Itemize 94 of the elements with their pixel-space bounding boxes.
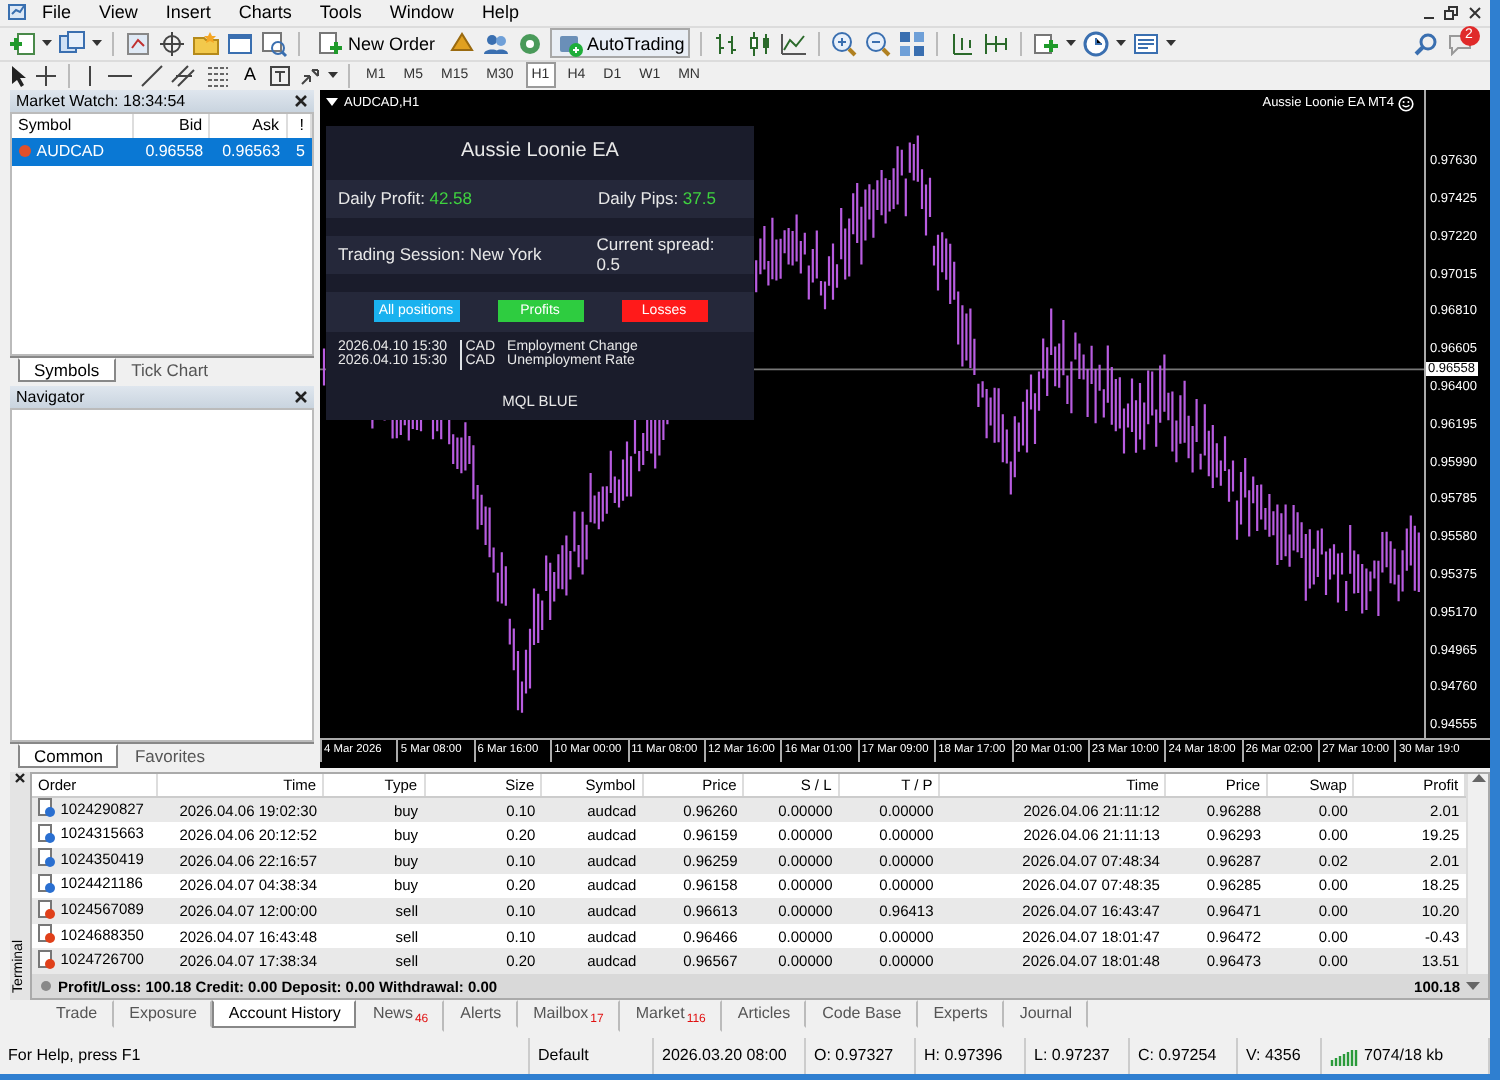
price-cell: 0.96563 [209,137,287,166]
panel-title: Market Watch: 18:34:54 [16,91,186,111]
new-order-icon[interactable] [316,29,344,58]
spread-cell: 5 [286,137,311,166]
text-label-icon[interactable] [268,63,293,88]
terminal-tab[interactable]: News$_{46}$ [356,1000,445,1033]
panel-tab[interactable]: Common [18,743,119,768]
panel-heading: Aussie Loonie EA [459,138,621,167]
status-text: O: 0.97327 [806,1038,916,1074]
terminal-tab[interactable]: Journal [1003,1000,1089,1028]
dropdown-caret-icon[interactable] [92,39,102,48]
terminal-tab[interactable]: Experts [917,1000,1004,1028]
menu-item[interactable]: Help [467,2,533,24]
window-icon[interactable] [226,29,254,58]
stat-label: Daily Profit: [338,188,425,209]
stat-label: Daily Pips: [598,188,679,209]
zoom-in-icon[interactable] [830,29,859,58]
search-icon[interactable] [1414,31,1438,56]
symbol-name: AUDCAD [36,142,105,162]
line-chart-icon[interactable] [780,29,809,58]
people-icon[interactable] [481,29,510,58]
profiles-icon[interactable] [58,29,86,58]
zoom-out-icon[interactable] [864,29,893,58]
indicators-icon[interactable] [1032,29,1061,58]
dropdown-caret-icon[interactable] [1166,39,1177,48]
bar-chart-icon[interactable] [712,29,741,58]
terminal-tab[interactable]: Code Base [806,1000,918,1028]
crosshair-icon[interactable] [34,63,58,88]
terminal-tab[interactable]: Market$_{116}$ [619,1000,722,1033]
arrows-icon[interactable] [298,63,323,88]
restore-icon[interactable] [1444,5,1458,20]
status-text: V: 4356 [1238,1038,1322,1074]
market-watch-icon[interactable] [124,29,152,58]
clock-icon[interactable] [1082,29,1111,58]
status-text: Default [530,1038,654,1074]
auto-trading-button[interactable]: AutoTrading [549,28,691,59]
menu-item[interactable]: Charts [224,2,306,24]
price-cell: 0.96558 [132,137,210,166]
magnifier-chart-icon[interactable] [260,29,288,58]
tile-windows-icon[interactable] [898,29,927,58]
status-text: H: 0.97396 [916,1038,1026,1074]
candlestick-icon[interactable] [746,29,775,58]
menu-item[interactable]: Window [375,2,468,24]
trendline-icon[interactable] [140,63,164,88]
scroll-down-icon[interactable] [1466,981,1480,992]
terminal-tab[interactable]: Account History [212,1000,357,1028]
panel-tab[interactable]: Tick Chart [115,357,225,382]
menu-item[interactable]: Tools [305,2,376,24]
new-chart-icon[interactable] [8,29,36,58]
menu-item[interactable]: Insert [151,2,225,24]
menu-item[interactable]: File [28,2,86,24]
crosshair-icon[interactable] [158,29,186,58]
smiley-icon [1398,95,1414,112]
close-icon[interactable] [14,771,26,784]
symbol-icon [18,144,32,159]
close-icon[interactable] [1467,5,1481,20]
fibonacci-icon[interactable] [204,63,232,88]
stat-value: 37.5 [682,188,716,209]
dropdown-caret-icon[interactable] [1066,39,1077,48]
status-text: 2026.03.20 08:00 [654,1038,806,1074]
stat-value: 42.58 [429,188,472,209]
status-text: C: 0.97254 [1130,1038,1238,1074]
status-text: 7074/18 kb [1364,1046,1444,1066]
dropdown-caret-icon[interactable] [1116,39,1127,48]
panel-tab[interactable]: Favorites [118,743,221,768]
terminal-tab[interactable]: Articles [721,1000,807,1028]
spread-text: Current spread: 0.5 [596,234,717,276]
status-text: For Help, press F1 [0,1038,530,1074]
caret-icon[interactable] [326,98,338,109]
channel-icon[interactable] [170,63,198,88]
folder-star-icon[interactable] [192,29,220,58]
text-tool[interactable]: A [238,60,263,91]
dropdown-caret-icon[interactable] [42,39,52,48]
summary-dot-icon [40,980,52,993]
new-order-button[interactable]: New Order [310,28,442,59]
terminal-tab[interactable]: Mailbox$_{17}$ [517,1000,620,1033]
menu-item[interactable]: View [85,2,152,24]
session-text: Trading Session: New York [338,244,544,265]
dropdown-caret-icon[interactable] [328,71,339,80]
terminal-tab[interactable]: Alerts [444,1000,518,1028]
terminal-tab[interactable]: Trade [40,1000,114,1028]
panel-title: Navigator [16,387,85,407]
close-icon[interactable] [294,93,308,108]
traffic-bars-icon [1330,1047,1358,1066]
close-icon[interactable] [294,390,308,405]
cursor-icon[interactable] [8,63,28,88]
app-icon [8,2,28,23]
templates-icon[interactable] [1132,29,1161,58]
status-text: L: 0.97237 [1026,1038,1130,1074]
autoscroll-icon[interactable] [982,29,1011,58]
signal-icon[interactable] [515,29,544,58]
scroll-up-icon[interactable] [1471,773,1486,784]
panel-tab[interactable]: Symbols [18,357,116,382]
chart-shift-icon[interactable] [948,29,977,58]
